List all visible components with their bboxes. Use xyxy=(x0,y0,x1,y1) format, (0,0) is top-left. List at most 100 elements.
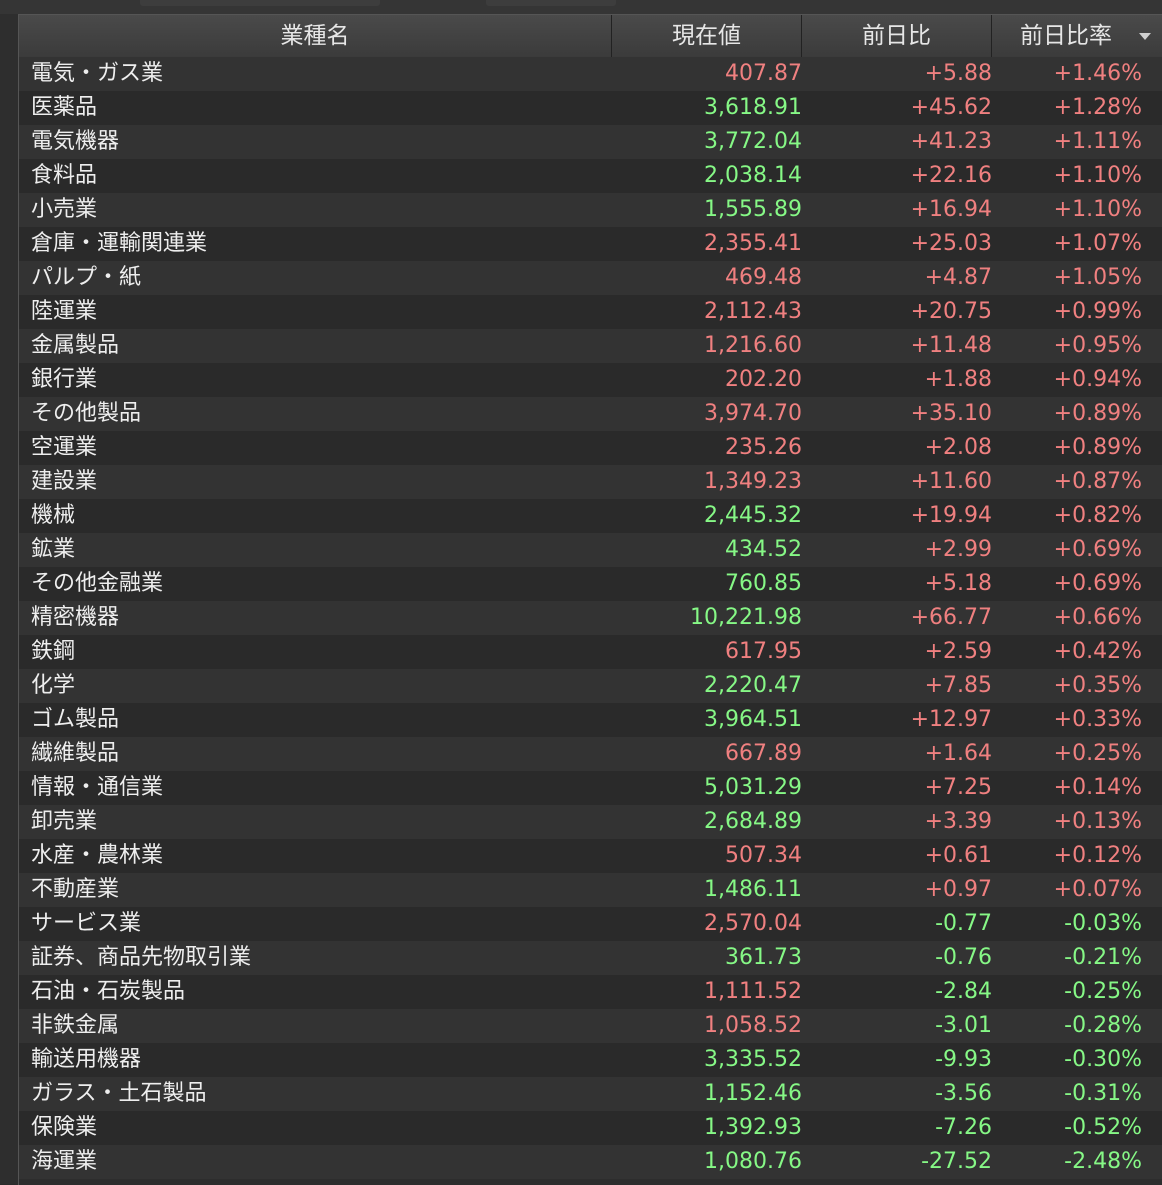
change-rate-cell: +0.12% xyxy=(1053,843,1142,868)
change-rate-cell: -0.28% xyxy=(1064,1013,1142,1038)
table-row[interactable]: 鉄鋼 617.95 +2.59 +0.42% xyxy=(19,635,1162,669)
table-row[interactable]: 電気機器 3,772.04 +41.23 +1.11% xyxy=(19,125,1162,159)
sector-name-cell: 石油・石炭製品 xyxy=(31,979,186,1004)
sector-name-cell: 鉄鋼 xyxy=(31,639,76,664)
sector-name-cell: 陸運業 xyxy=(31,299,98,324)
change-rate-cell: +0.69% xyxy=(1053,537,1142,562)
change-rate-cell: +0.66% xyxy=(1053,605,1142,630)
change-cell: -3.01 xyxy=(935,1013,992,1038)
change-cell: +2.99 xyxy=(924,537,992,562)
table-row[interactable]: 化学 2,220.47 +7.85 +0.35% xyxy=(19,669,1162,703)
sector-name-cell: 保険業 xyxy=(31,1115,98,1140)
column-header-change[interactable]: 前日比 xyxy=(802,15,992,57)
sector-name-cell: 証券、商品先物取引業 xyxy=(31,945,252,970)
change-rate-cell: +1.10% xyxy=(1053,197,1142,222)
sector-name-cell: 倉庫・運輸関連業 xyxy=(31,231,208,256)
table-row[interactable]: その他金融業 760.85 +5.18 +0.69% xyxy=(19,567,1162,601)
table-row[interactable]: 建設業 1,349.23 +11.60 +0.87% xyxy=(19,465,1162,499)
table-row[interactable]: 繊維製品 667.89 +1.64 +0.25% xyxy=(19,737,1162,771)
current-price-cell: 1,486.11 xyxy=(704,877,802,902)
sector-name-cell: 情報・通信業 xyxy=(31,775,164,800)
change-cell: -9.93 xyxy=(935,1047,992,1072)
sector-name-cell: 銀行業 xyxy=(31,367,98,392)
change-rate-cell: -0.21% xyxy=(1064,945,1142,970)
sector-name-cell: その他製品 xyxy=(31,401,142,426)
window: 業種名 現在値 前日比 前日比率 電気・ガス業 407.87 +5.88 +1.46%… xyxy=(0,0,1162,1185)
current-price-cell: 1,392.93 xyxy=(704,1115,802,1140)
table-row[interactable]: 食料品 2,038.14 +22.16 +1.10% xyxy=(19,159,1162,193)
sector-name-cell: 建設業 xyxy=(31,469,98,494)
toolbar-tab[interactable] xyxy=(486,0,616,6)
sector-name-cell: 海運業 xyxy=(31,1149,98,1174)
table-row[interactable]: 小売業 1,555.89 +16.94 +1.10% xyxy=(19,193,1162,227)
change-cell: +12.97 xyxy=(910,707,992,732)
sector-name-cell: 不動産業 xyxy=(31,877,120,902)
toolbar-tab[interactable] xyxy=(140,0,380,6)
table-row[interactable]: その他製品 3,974.70 +35.10 +0.89% xyxy=(19,397,1162,431)
change-cell: +5.18 xyxy=(924,571,992,596)
sector-name-cell: ガラス・土石製品 xyxy=(31,1081,207,1106)
table-row[interactable]: 保険業 1,392.93 -7.26 -0.52% xyxy=(19,1111,1162,1145)
table-row[interactable]: 卸売業 2,684.89 +3.39 +0.13% xyxy=(19,805,1162,839)
change-rate-cell: +1.10% xyxy=(1053,163,1142,188)
change-rate-cell: -0.52% xyxy=(1064,1115,1142,1140)
current-price-cell: 3,335.52 xyxy=(704,1047,802,1072)
sector-name-cell: 食料品 xyxy=(31,163,98,188)
change-rate-cell: +1.07% xyxy=(1053,231,1142,256)
table-row[interactable]: 金属製品 1,216.60 +11.48 +0.95% xyxy=(19,329,1162,363)
change-rate-cell: +0.69% xyxy=(1053,571,1142,596)
change-cell: +7.25 xyxy=(924,775,992,800)
current-price-cell: 361.73 xyxy=(725,945,802,970)
change-cell: +11.48 xyxy=(910,333,992,358)
table-row[interactable]: パルプ・紙 469.48 +4.87 +1.05% xyxy=(19,261,1162,295)
current-price-cell: 434.52 xyxy=(725,537,802,562)
table-row[interactable]: 海運業 1,080.76 -27.52 -2.48% xyxy=(19,1145,1162,1179)
table-header: 業種名 現在値 前日比 前日比率 xyxy=(19,15,1162,58)
table-row[interactable]: 非鉄金属 1,058.52 -3.01 -0.28% xyxy=(19,1009,1162,1043)
current-price-cell: 1,111.52 xyxy=(704,979,802,1004)
table-row[interactable]: 情報・通信業 5,031.29 +7.25 +0.14% xyxy=(19,771,1162,805)
table-row[interactable]: ガラス・土石製品 1,152.46 -3.56 -0.31% xyxy=(19,1077,1162,1111)
table-row[interactable]: 倉庫・運輸関連業 2,355.41 +25.03 +1.07% xyxy=(19,227,1162,261)
column-header-current-price[interactable]: 現在値 xyxy=(612,15,802,57)
change-rate-cell: +0.87% xyxy=(1053,469,1142,494)
change-cell: -27.52 xyxy=(921,1149,992,1174)
change-cell: +66.77 xyxy=(910,605,992,630)
change-cell: +19.94 xyxy=(910,503,992,528)
column-header-change-rate[interactable]: 前日比率 xyxy=(992,15,1162,57)
current-price-cell: 2,684.89 xyxy=(704,809,802,834)
change-rate-cell: +0.94% xyxy=(1053,367,1142,392)
table-row[interactable]: 医薬品 3,618.91 +45.62 +1.28% xyxy=(19,91,1162,125)
change-rate-cell: +0.25% xyxy=(1053,741,1142,766)
table-row[interactable]: 不動産業 1,486.11 +0.97 +0.07% xyxy=(19,873,1162,907)
change-cell: +25.03 xyxy=(910,231,992,256)
change-rate-cell: -0.25% xyxy=(1064,979,1142,1004)
table-row[interactable]: 証券、商品先物取引業 361.73 -0.76 -0.21% xyxy=(19,941,1162,975)
table-row[interactable]: 電気・ガス業 407.87 +5.88 +1.46% xyxy=(19,57,1162,91)
table-row[interactable]: ゴム製品 3,964.51 +12.97 +0.33% xyxy=(19,703,1162,737)
column-header-sector-name[interactable]: 業種名 xyxy=(19,15,612,57)
table-row[interactable]: 水産・農林業 507.34 +0.61 +0.12% xyxy=(19,839,1162,873)
chevron-down-icon[interactable] xyxy=(1139,33,1151,40)
sector-name-cell: その他金融業 xyxy=(31,571,164,596)
change-cell: +4.87 xyxy=(924,265,992,290)
table-row[interactable]: 陸運業 2,112.43 +20.75 +0.99% xyxy=(19,295,1162,329)
current-price-cell: 617.95 xyxy=(725,639,802,664)
table-row[interactable]: サービス業 2,570.04 -0.77 -0.03% xyxy=(19,907,1162,941)
sector-name-cell: 医薬品 xyxy=(31,95,98,120)
table-row[interactable]: 機械 2,445.32 +19.94 +0.82% xyxy=(19,499,1162,533)
change-cell: -3.56 xyxy=(935,1081,992,1106)
table-row[interactable]: 輸送用機器 3,335.52 -9.93 -0.30% xyxy=(19,1043,1162,1077)
table-row[interactable]: 空運業 235.26 +2.08 +0.89% xyxy=(19,431,1162,465)
current-price-cell: 667.89 xyxy=(725,741,802,766)
table-row[interactable]: 精密機器 10,221.98 +66.77 +0.66% xyxy=(19,601,1162,635)
current-price-cell: 507.34 xyxy=(725,843,802,868)
table-row[interactable]: 鉱業 434.52 +2.99 +0.69% xyxy=(19,533,1162,567)
change-cell: -0.77 xyxy=(935,911,992,936)
table-row[interactable]: 石油・石炭製品 1,111.52 -2.84 -0.25% xyxy=(19,975,1162,1009)
table-row[interactable]: 銀行業 202.20 +1.88 +0.94% xyxy=(19,363,1162,397)
sector-name-cell: ゴム製品 xyxy=(31,707,120,732)
change-cell: +5.88 xyxy=(924,61,992,86)
sector-name-cell: 卸売業 xyxy=(31,809,98,834)
change-cell: +41.23 xyxy=(910,129,992,154)
